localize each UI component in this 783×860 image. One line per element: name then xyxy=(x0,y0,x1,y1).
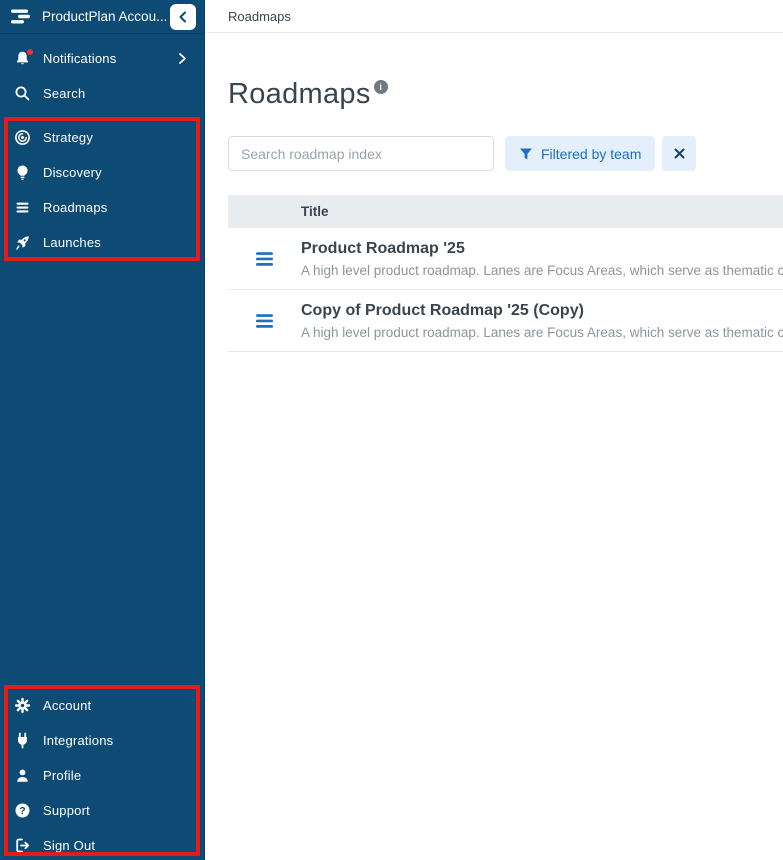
app-window: ProductPlan Accou... Notifications Searc… xyxy=(0,0,783,860)
sidebar-item-roadmaps[interactable]: Roadmaps xyxy=(0,190,204,225)
clear-filter-button[interactable] xyxy=(662,136,697,171)
close-icon xyxy=(673,147,686,160)
sidebar-item-label: Profile xyxy=(43,768,82,783)
sidebar-nav-group: Strategy Discovery Roadmaps Launches xyxy=(0,120,204,260)
roadmap-lines-icon xyxy=(14,199,31,216)
roadmap-title: Product Roadmap '25 xyxy=(301,239,465,257)
lightbulb-icon xyxy=(14,164,31,181)
page-title: Roadmaps xyxy=(228,78,371,110)
sidebar-item-profile[interactable]: Profile xyxy=(0,758,204,793)
info-icon[interactable]: i xyxy=(373,80,388,94)
sidebar-item-discovery[interactable]: Discovery xyxy=(0,155,204,190)
chevron-right-icon xyxy=(177,53,188,64)
sidebar-top-group: Notifications Search xyxy=(0,41,204,111)
search-input[interactable] xyxy=(228,136,494,171)
sidebar-item-account[interactable]: Account xyxy=(0,688,204,723)
row-text: Copy of Product Roadmap '25 (Copy) A hig… xyxy=(301,302,783,340)
svg-text:?: ? xyxy=(19,805,25,817)
column-header-title: Title xyxy=(301,204,329,219)
sidebar-item-integrations[interactable]: Integrations xyxy=(0,723,204,758)
productplan-logo-icon xyxy=(10,7,34,26)
sidebar-item-label: Sign Out xyxy=(43,838,96,853)
table-row[interactable]: Product Roadmap '25 A high level product… xyxy=(228,228,783,290)
sidebar-item-launches[interactable]: Launches xyxy=(0,225,204,260)
sidebar-header: ProductPlan Accou... xyxy=(0,0,204,34)
sidebar-bottom-group: Account Integrations Profile ? Support S… xyxy=(0,688,204,860)
row-text: Product Roadmap '25 A high level product… xyxy=(301,240,783,278)
sidebar-item-strategy[interactable]: Strategy xyxy=(0,120,204,155)
bell-icon xyxy=(14,48,34,67)
roadmap-description: A high level product roadmap. Lanes are … xyxy=(301,262,783,278)
question-circle-icon: ? xyxy=(14,802,31,819)
plug-icon xyxy=(14,732,31,749)
sidebar-item-label: Support xyxy=(43,803,90,818)
sidebar-item-label: Account xyxy=(43,698,92,713)
page-title-row: Roadmaps i xyxy=(228,78,783,111)
sidebar-item-label: Launches xyxy=(43,235,101,250)
roadmap-description: A high level product roadmap. Lanes are … xyxy=(301,324,783,340)
table-row[interactable]: Copy of Product Roadmap '25 (Copy) A hig… xyxy=(228,290,783,352)
roadmap-lines-icon xyxy=(228,313,301,329)
person-icon xyxy=(14,767,31,784)
sidebar-item-label: Notifications xyxy=(43,51,117,66)
sidebar-item-notifications[interactable]: Notifications xyxy=(0,41,204,76)
strategy-target-icon xyxy=(14,129,31,146)
main-content: Roadmaps Roadmaps i Filtered by team xyxy=(205,0,783,860)
notification-badge xyxy=(26,48,34,56)
table-header-row: Title xyxy=(228,195,783,228)
sidebar-item-search[interactable]: Search xyxy=(0,76,204,111)
sidebar-item-label: Integrations xyxy=(43,733,114,748)
account-name: ProductPlan Accou... xyxy=(42,9,168,24)
breadcrumb: Roadmaps xyxy=(228,8,291,24)
roadmaps-table: Title Product Roadmap '25 A high level p… xyxy=(228,195,783,352)
sidebar: ProductPlan Accou... Notifications Searc… xyxy=(0,0,205,860)
roadmap-title: Copy of Product Roadmap '25 (Copy) xyxy=(301,301,584,319)
top-bar: Roadmaps xyxy=(205,0,783,33)
sidebar-item-label: Search xyxy=(43,86,86,101)
sidebar-item-label: Roadmaps xyxy=(43,200,108,215)
sidebar-item-support[interactable]: ? Support xyxy=(0,793,204,828)
rocket-icon xyxy=(14,234,31,251)
sign-out-icon xyxy=(14,837,31,854)
controls-row: Filtered by team xyxy=(228,136,697,171)
sidebar-item-sign-out[interactable]: Sign Out xyxy=(0,828,204,860)
sidebar-item-label: Discovery xyxy=(43,165,102,180)
sidebar-item-label: Strategy xyxy=(43,130,94,145)
filter-funnel-icon xyxy=(519,147,533,161)
gear-icon xyxy=(14,697,31,714)
chevron-left-icon xyxy=(177,11,189,23)
roadmap-lines-icon xyxy=(228,251,301,267)
filter-chip[interactable]: Filtered by team xyxy=(505,136,656,171)
filter-chip-label: Filtered by team xyxy=(541,145,642,162)
search-icon xyxy=(14,85,31,102)
sidebar-collapse-button[interactable] xyxy=(170,3,196,30)
